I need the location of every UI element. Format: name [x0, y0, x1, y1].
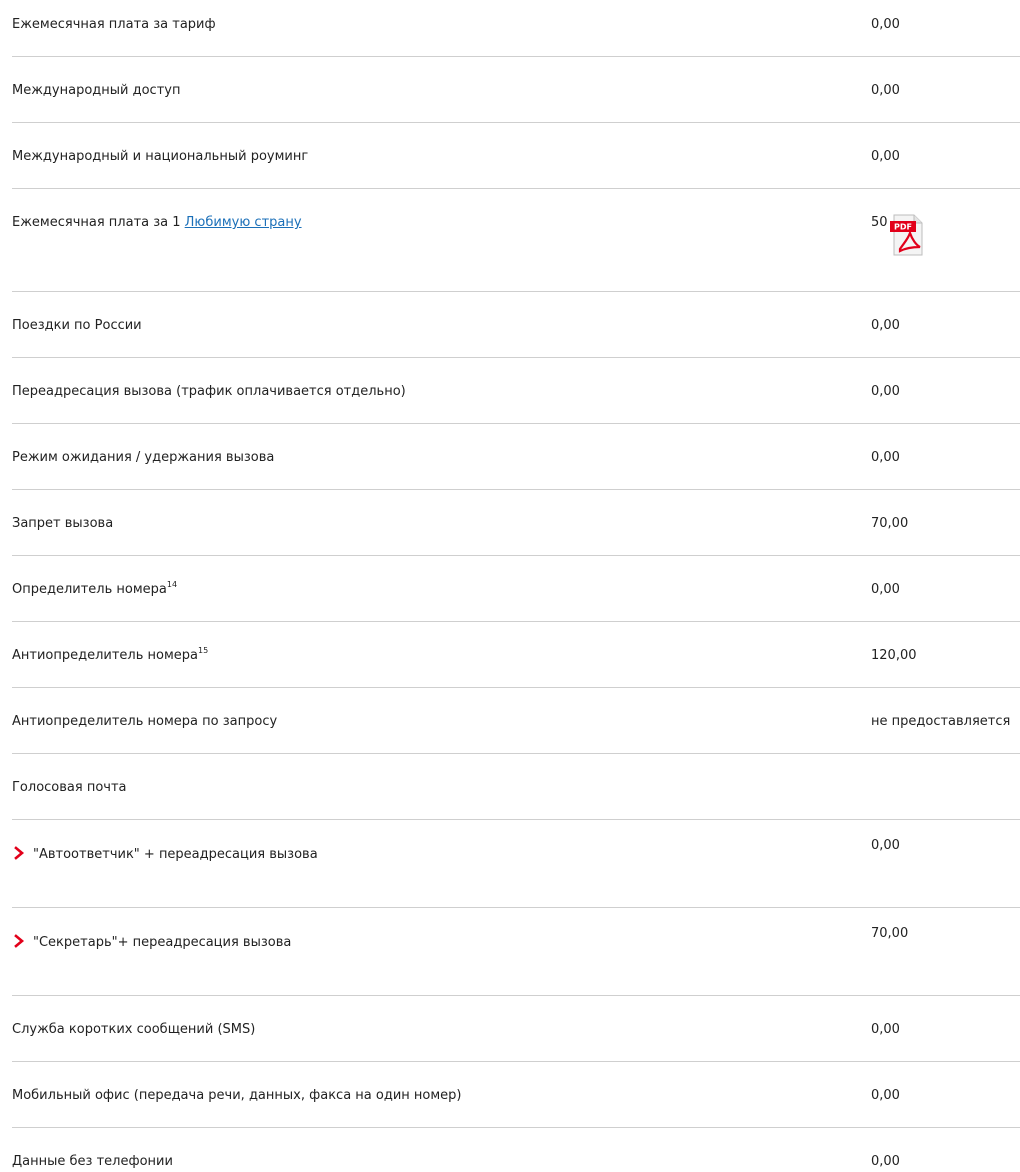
tariff-table: Ежемесячная плата за тариф 0,00 Междунар…: [0, 0, 1020, 1172]
row-label-text: "Секретарь"+ переадресация вызова: [33, 935, 292, 950]
row-label-prefix: Ежемесячная плата за 1: [12, 215, 185, 230]
row-label: Определитель номера14: [12, 579, 178, 598]
row-label: "Секретарь"+ переадресация вызова: [12, 934, 291, 951]
row-value-text: 50: [871, 215, 888, 230]
favorite-country-link[interactable]: Любимую страну: [185, 215, 302, 230]
row-value: 120,00: [871, 648, 917, 663]
pdf-icon[interactable]: PDF: [889, 213, 924, 257]
table-row: Ежемесячная плата за тариф 0,00: [12, 0, 1020, 57]
row-value: 0,00: [871, 318, 900, 333]
row-label: Режим ожидания / удержания вызова: [12, 450, 275, 465]
table-row: Международный и национальный роуминг 0,0…: [12, 123, 1020, 189]
row-label: Голосовая почта: [12, 780, 127, 795]
row-label: Переадресация вызова (трафик оплачиваетс…: [12, 384, 406, 399]
table-row: Голосовая почта: [12, 754, 1020, 820]
row-value: 0,00: [871, 1088, 900, 1103]
row-label: Данные без телефонии: [12, 1154, 173, 1169]
row-label: Поездки по России: [12, 318, 142, 333]
row-value: 0,00: [871, 149, 900, 164]
row-label: Ежемесячная плата за 1 Любимую страну: [12, 215, 302, 231]
table-row: Поездки по России 0,00: [12, 292, 1020, 358]
row-value: не предоставляется: [871, 714, 1011, 729]
row-label: Мобильный офис (передача речи, данных, ф…: [12, 1088, 462, 1103]
row-label-text: "Автоответчик" + переадресация вызова: [33, 847, 318, 862]
row-value: 0,00: [871, 384, 900, 399]
row-value: 0,00: [871, 1022, 900, 1037]
row-label: Ежемесячная плата за тариф: [12, 17, 216, 32]
table-row: Мобильный офис (передача речи, данных, ф…: [12, 1062, 1020, 1128]
row-value: 0,00: [871, 450, 900, 465]
table-row: Режим ожидания / удержания вызова 0,00: [12, 424, 1020, 490]
row-label: Международный и национальный роуминг: [12, 149, 309, 164]
row-value: 70,00: [871, 516, 909, 531]
row-label: Запрет вызова: [12, 516, 114, 531]
table-row: Определитель номера14 0,00: [12, 556, 1020, 622]
chevron-right-icon: [12, 846, 26, 860]
row-label-text: Антиопределитель номера: [12, 648, 199, 663]
table-row: "Автоответчик" + переадресация вызова 0,…: [12, 820, 1020, 908]
row-value: 50 PDF: [871, 213, 924, 257]
table-row: Антиопределитель номера15 120,00: [12, 622, 1020, 688]
row-value: 0,00: [871, 17, 900, 32]
row-value: 0,00: [871, 83, 900, 98]
table-row: Антиопределитель номера по запросу не пр…: [12, 688, 1020, 754]
pdf-icon-text: PDF: [894, 223, 912, 232]
row-label: "Автоответчик" + переадресация вызова: [12, 846, 318, 863]
chevron-right-icon: [12, 934, 26, 948]
table-row: "Секретарь"+ переадресация вызова 70,00: [12, 908, 1020, 996]
row-value: 0,00: [871, 582, 900, 597]
table-row: Переадресация вызова (трафик оплачиваетс…: [12, 358, 1020, 424]
table-row: Запрет вызова 70,00: [12, 490, 1020, 556]
row-value: 0,00: [871, 1154, 900, 1169]
table-row: Данные без телефонии 0,00: [12, 1128, 1020, 1172]
row-label: Служба коротких сообщений (SMS): [12, 1022, 256, 1037]
table-row: Международный доступ 0,00: [12, 57, 1020, 123]
row-label: Антиопределитель номера15: [12, 645, 209, 664]
row-label: Антиопределитель номера по запросу: [12, 714, 278, 729]
footnote-marker: 14: [166, 579, 178, 589]
table-row: Ежемесячная плата за 1 Любимую страну 50…: [12, 189, 1020, 292]
table-row: Служба коротких сообщений (SMS) 0,00: [12, 996, 1020, 1062]
row-label: Международный доступ: [12, 83, 181, 98]
row-label-text: Определитель номера: [12, 582, 167, 597]
row-value: 70,00: [871, 926, 909, 941]
row-value: 0,00: [871, 838, 900, 853]
footnote-marker: 15: [198, 645, 209, 655]
